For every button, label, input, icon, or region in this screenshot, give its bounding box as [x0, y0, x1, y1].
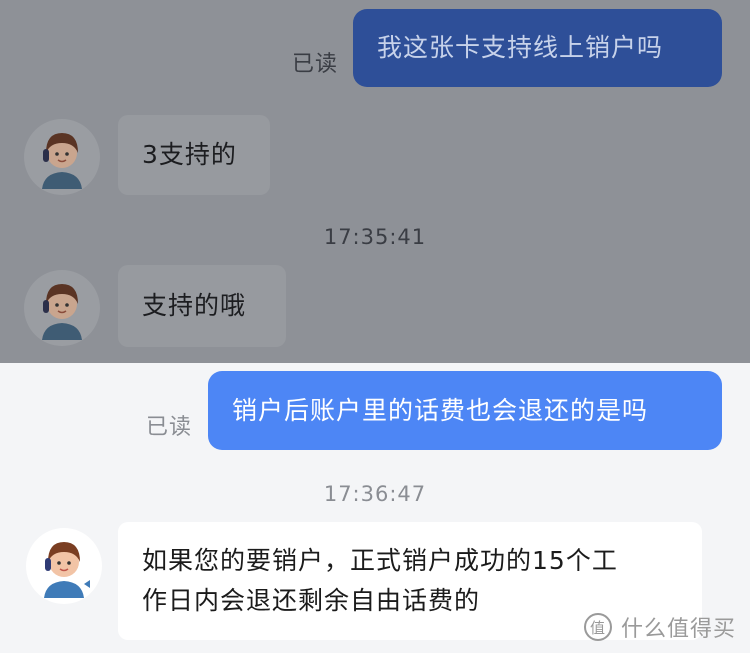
agent-avatar: [22, 268, 102, 348]
outgoing-message-bubble[interactable]: 我这张卡支持线上销户吗: [353, 9, 722, 87]
svg-text:值: 值: [590, 619, 606, 637]
incoming-message-bubble[interactable]: 支持的哦: [118, 265, 286, 347]
watermark-text: 什么值得买: [620, 617, 736, 642]
message-text: 支持的哦: [142, 291, 247, 320]
watermark: 值 什么值得买: [583, 611, 736, 643]
message-timestamp: 17:36:47: [323, 482, 427, 506]
agent-avatar: [22, 117, 102, 197]
message-text: 3支持的: [142, 140, 237, 169]
message-text: 销户后账户里的话费也会退还的是吗: [232, 395, 649, 425]
message-text-line: 作日内会退还剩余自由话费的: [142, 586, 481, 615]
chat-screen: 已读 我这张卡支持线上销户吗 3支持的 17:35:41 支持的哦 已读 销户后…: [0, 0, 750, 653]
read-receipt: 已读: [292, 52, 339, 77]
incoming-message-bubble[interactable]: 3支持的: [118, 115, 270, 195]
message-text-line: 如果您的要销户，正式销户成功的15个工: [142, 546, 618, 575]
message-text: 我这张卡支持线上销户吗: [377, 33, 664, 62]
outgoing-message-bubble[interactable]: 销户后账户里的话费也会退还的是吗: [208, 371, 722, 450]
zhi-logo-icon: 值: [583, 613, 612, 641]
message-timestamp: 17:35:41: [323, 225, 427, 249]
read-receipt: 已读: [146, 415, 193, 440]
agent-avatar: [24, 526, 104, 606]
